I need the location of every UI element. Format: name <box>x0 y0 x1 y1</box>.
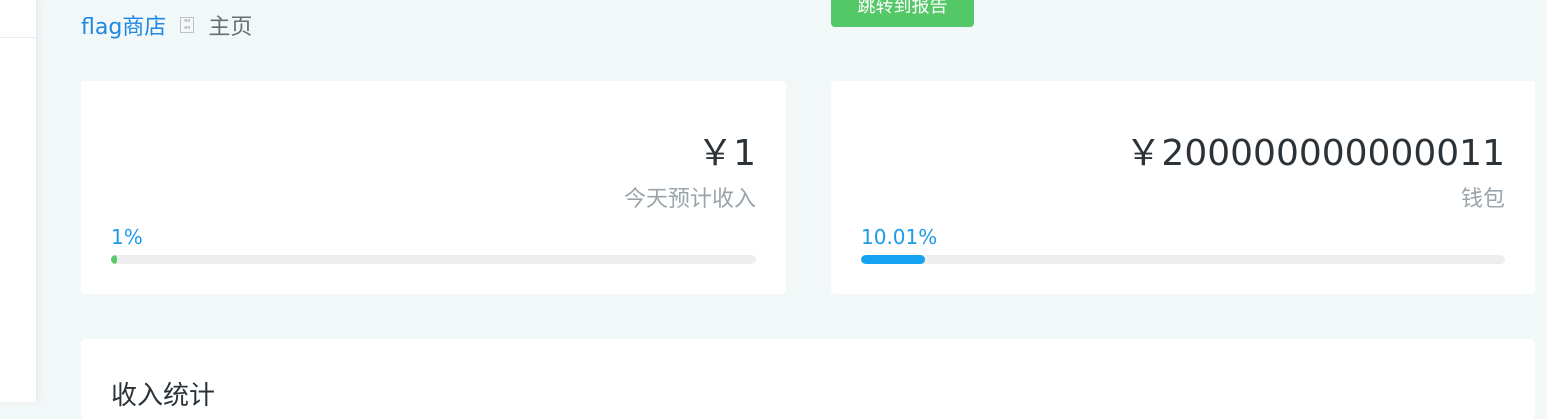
sidebar <box>0 0 37 402</box>
wallet-caption: 钱包 <box>1460 187 1505 212</box>
today-income-progress-fill <box>111 255 118 264</box>
income-stats-title: 收入统计 <box>111 381 216 411</box>
wallet-progress-bar <box>861 255 1505 264</box>
today-income-progress-bar <box>111 255 756 264</box>
wallet-card: ￥200000000000011 钱包 10.01% <box>831 81 1535 294</box>
wallet-progress-fill <box>861 255 926 264</box>
go-to-report-button[interactable]: 跳转到报告 <box>831 0 974 27</box>
today-income-caption: 今天预计收入 <box>623 187 756 212</box>
today-income-amount: ￥1 <box>697 133 756 174</box>
breadcrumb-shop-link[interactable]: flag商店 <box>81 9 166 41</box>
breadcrumb-separator-icon: ᵃᵃ ᵃᵃ <box>180 17 195 33</box>
today-income-percent: 1% <box>111 225 143 249</box>
sidebar-divider <box>0 37 36 38</box>
breadcrumb-current-page: 主页 <box>208 15 253 40</box>
wallet-percent: 10.01% <box>861 225 938 249</box>
today-income-card: ￥1 今天预计收入 1% <box>81 81 786 294</box>
wallet-amount: ￥200000000000011 <box>1125 133 1505 174</box>
income-stats-panel: 收入统计 <box>81 339 1535 419</box>
breadcrumb: flag商店 ᵃᵃ ᵃᵃ 主页 <box>81 10 252 40</box>
